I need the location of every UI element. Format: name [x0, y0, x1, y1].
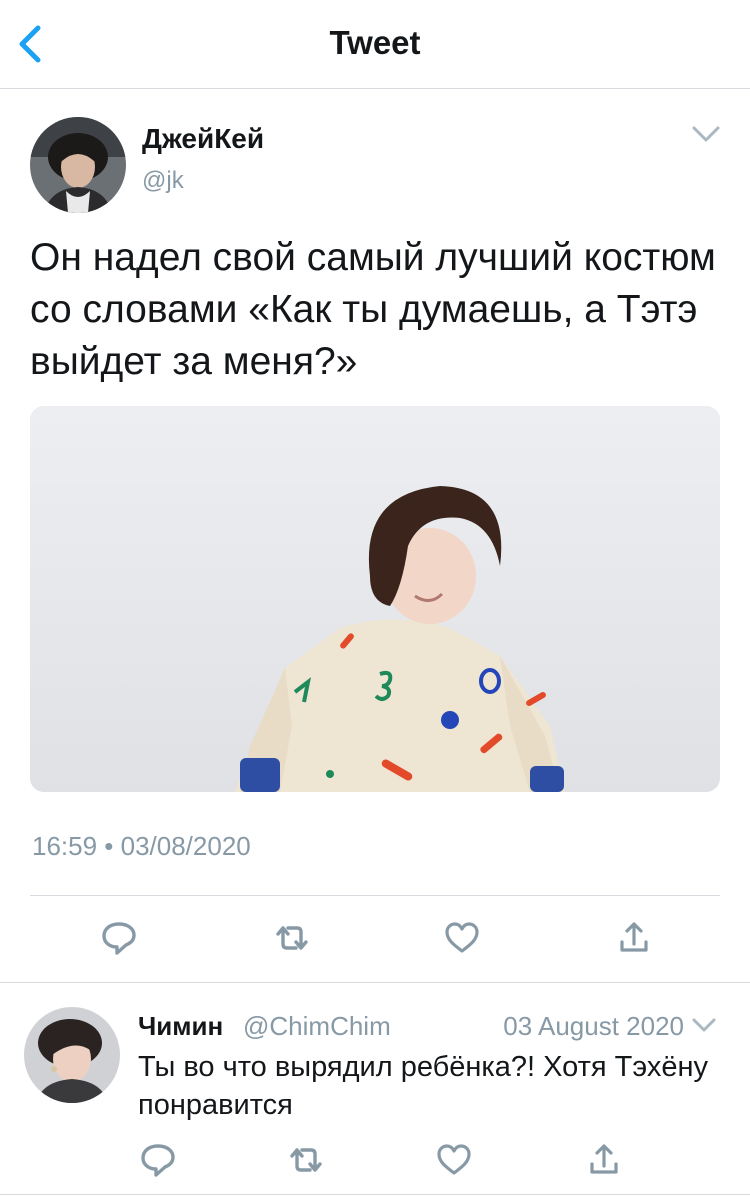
reply-author-handle[interactable]: @ChimChim — [243, 1011, 391, 1042]
reply-button[interactable] — [97, 916, 141, 960]
like-icon — [445, 922, 479, 953]
share-button[interactable] — [612, 916, 656, 960]
tweet-photo[interactable] — [30, 406, 720, 792]
avatar-image — [30, 117, 126, 213]
avatar-image — [24, 1007, 120, 1103]
like-icon — [437, 1144, 471, 1175]
reply-share-button[interactable] — [582, 1138, 626, 1182]
reply-author-avatar[interactable] — [24, 1007, 120, 1103]
reply-like-button[interactable] — [432, 1138, 476, 1182]
page-title: Tweet — [329, 24, 421, 61]
reply-reply-button[interactable] — [136, 1138, 180, 1182]
reply-icon — [141, 1144, 175, 1177]
reply-retweet-button[interactable] — [284, 1138, 328, 1182]
divider — [0, 982, 750, 983]
top-bar: Tweet — [0, 0, 750, 89]
reply-icon — [102, 922, 136, 955]
share-icon — [620, 922, 648, 952]
photo-image — [30, 406, 720, 792]
retweet-button[interactable] — [270, 916, 314, 960]
retweet-icon — [276, 926, 308, 950]
chevron-down-icon — [692, 126, 720, 142]
tweet-timestamp[interactable]: 16:59 • 03/08/2020 — [32, 831, 251, 862]
share-icon — [590, 1144, 618, 1174]
chevron-down-icon — [692, 1018, 716, 1032]
author-handle[interactable]: @jk — [142, 167, 184, 195]
reply-author-name[interactable]: Чимин — [138, 1011, 223, 1042]
author-name[interactable]: ДжейКей — [142, 123, 264, 155]
reply-options-button[interactable] — [690, 1014, 718, 1036]
reply-date[interactable]: 03 August 2020 — [503, 1011, 684, 1042]
tweet-text: Он надел свой самый лучший костюм со сло… — [30, 236, 716, 383]
author-avatar[interactable] — [30, 117, 126, 213]
retweet-icon — [290, 1148, 322, 1172]
tweet-options-button[interactable] — [690, 122, 722, 146]
reply-text: Ты во что вырядил ребёнка?! Хотя Тэхёну … — [138, 1051, 708, 1121]
like-button[interactable] — [440, 916, 484, 960]
divider — [30, 895, 720, 896]
divider — [0, 1194, 750, 1195]
